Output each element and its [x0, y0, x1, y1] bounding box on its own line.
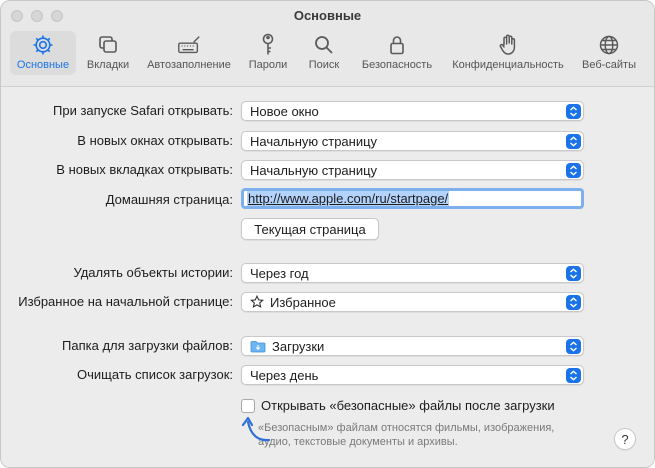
chevron-up-down-icon: [566, 134, 581, 149]
safe-files-hint-line2: аудио, текстовые документы и архивы.: [258, 436, 458, 448]
clear-downloads-popup[interactable]: Через день: [241, 365, 584, 385]
tab-websites[interactable]: Веб-сайты: [576, 31, 642, 75]
titlebar: Основные Основные Вкладки Автозаполнение…: [1, 1, 654, 87]
tab-passwords[interactable]: Пароли: [243, 31, 293, 75]
magnifier-icon: [311, 32, 337, 58]
homepage-field[interactable]: http://www.apple.com/ru/startpage/: [241, 188, 584, 209]
clear-downloads-label: Очищать список загрузок:: [77, 367, 233, 382]
tab-search[interactable]: Поиск: [301, 31, 347, 75]
annotation-arrow-icon: [241, 416, 271, 442]
tab-autofill[interactable]: Автозаполнение: [141, 31, 237, 75]
preferences-toolbar: Основные Вкладки Автозаполнение Пароли П…: [1, 31, 654, 79]
downloads-folder-icon: [250, 340, 266, 353]
homepage-label: Домашняя страница:: [105, 192, 233, 207]
clear-downloads-value: Через день: [250, 367, 319, 383]
preferences-window: Основные Основные Вкладки Автозаполнение…: [0, 0, 655, 468]
tab-security-label: Безопасность: [361, 59, 433, 71]
chevron-up-down-icon: [566, 339, 581, 354]
homepage-value: http://www.apple.com/ru/startpage/: [247, 191, 450, 206]
favorites-popup[interactable]: Избранное: [241, 292, 584, 312]
download-folder-value: Загрузки: [272, 338, 325, 354]
open-with-value: Новое окно: [250, 103, 319, 119]
tab-search-label: Поиск: [308, 59, 340, 71]
tab-passwords-label: Пароли: [248, 59, 288, 71]
keyboard-pen-icon: [176, 32, 202, 58]
set-current-page-button[interactable]: Текущая страница: [241, 218, 379, 240]
general-settings-pane: При запуске Safari открывать: Новое окно…: [1, 88, 654, 467]
download-folder-label: Папка для загрузки файлов:: [62, 338, 233, 353]
tab-tabs-label: Вкладки: [86, 59, 130, 71]
key-icon: [255, 32, 281, 58]
favorites-value: Избранное: [270, 294, 336, 310]
chevron-up-down-icon: [566, 104, 581, 119]
chevron-up-down-icon: [566, 295, 581, 310]
new-windows-value: Начальную страницу: [250, 133, 378, 149]
gear-icon: [30, 32, 56, 58]
tab-security[interactable]: Безопасность: [355, 31, 439, 75]
tab-tabs[interactable]: Вкладки: [81, 31, 135, 75]
help-button[interactable]: ?: [614, 428, 636, 450]
globe-icon: [596, 32, 622, 58]
open-safe-files-checkbox[interactable]: [241, 399, 255, 413]
new-windows-label: В новых окнах открывать:: [77, 133, 233, 148]
open-with-label: При запуске Safari открывать:: [53, 103, 233, 118]
tabs-icon: [95, 32, 121, 58]
safe-files-hint-line1: «Безопасным» файлам относятся фильмы, из…: [258, 422, 555, 434]
chevron-up-down-icon: [566, 266, 581, 281]
download-folder-popup[interactable]: Загрузки: [241, 336, 584, 356]
new-windows-popup[interactable]: Начальную страницу: [241, 131, 584, 151]
open-safe-files-label[interactable]: Открывать «безопасные» файлы после загру…: [261, 398, 555, 413]
remove-history-label: Удалять объекты истории:: [73, 265, 233, 280]
tab-websites-label: Веб-сайты: [581, 59, 636, 71]
remove-history-value: Через год: [250, 265, 309, 281]
lock-icon: [384, 32, 410, 58]
tab-autofill-label: Автозаполнение: [147, 59, 231, 71]
chevron-up-down-icon: [566, 368, 581, 383]
new-tabs-value: Начальную страницу: [250, 162, 378, 178]
tab-privacy[interactable]: Конфиденциальность: [446, 31, 570, 75]
remove-history-popup[interactable]: Через год: [241, 263, 584, 283]
new-tabs-popup[interactable]: Начальную страницу: [241, 160, 584, 180]
window-title: Основные: [293, 8, 362, 23]
chevron-up-down-icon: [566, 163, 581, 178]
tab-general-label: Основные: [16, 59, 70, 71]
tab-general[interactable]: Основные: [10, 31, 76, 75]
star-icon: [250, 295, 264, 309]
tab-privacy-label: Конфиденциальность: [452, 59, 564, 71]
new-tabs-label: В новых вкладках открывать:: [56, 162, 233, 177]
favorites-label: Избранное на начальной странице:: [18, 294, 233, 309]
hand-icon: [495, 32, 521, 58]
open-with-popup[interactable]: Новое окно: [241, 101, 584, 121]
